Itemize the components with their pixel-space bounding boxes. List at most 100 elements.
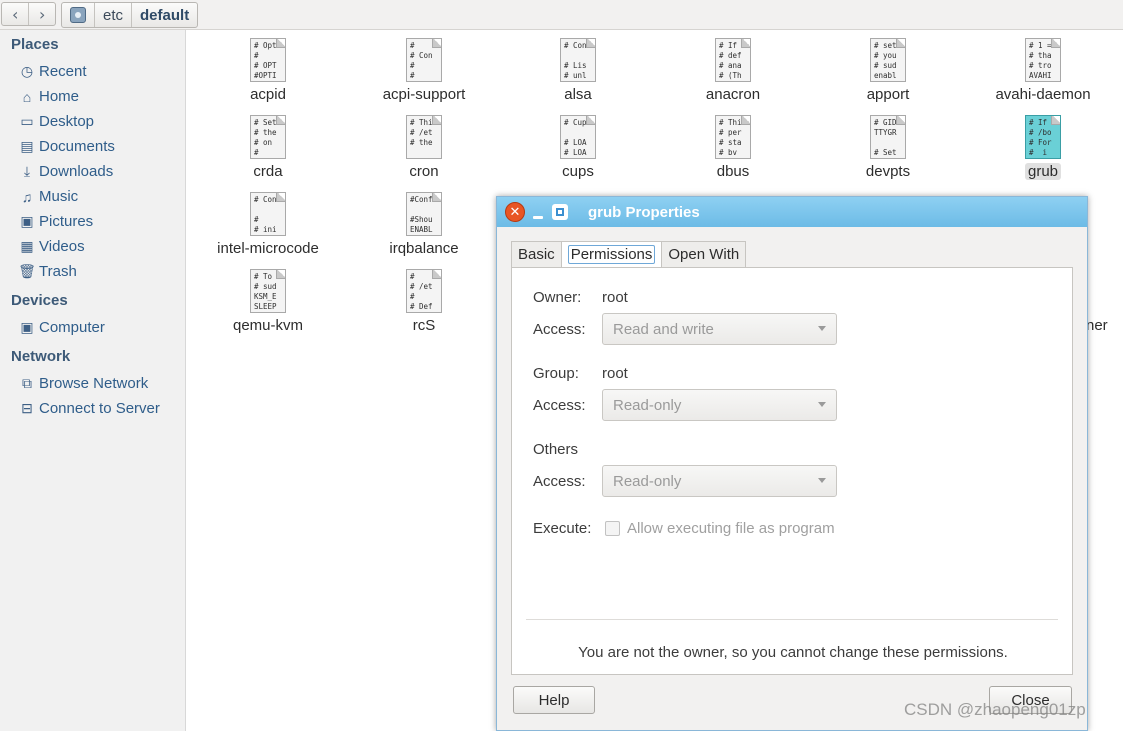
file-label: intel-microcode	[217, 240, 319, 257]
sidebar-item-pictures[interactable]: ▣ Pictures	[19, 213, 93, 230]
breadcrumb-etc[interactable]: etc	[94, 3, 131, 27]
file-dbus[interactable]: # Thi # per # sta # bv dbus	[673, 115, 793, 180]
sidebar-item-recent[interactable]: ◷ Recent	[19, 63, 87, 80]
videos-icon: ▦	[20, 238, 34, 254]
sidebar-item-label: Recent	[39, 63, 87, 80]
file-acpid[interactable]: # Opt # # OPT #OPTI acpid	[208, 38, 328, 103]
permissions-panel: Owner: root Access: Read and write Group…	[511, 267, 1073, 675]
sidebar-heading-network: Network	[11, 348, 71, 365]
file-alsa[interactable]: # Con # Lis # unl alsa	[518, 38, 638, 103]
help-button[interactable]: Help	[513, 686, 595, 714]
file-cups[interactable]: # Cup # LOA # LOA cups	[518, 115, 638, 180]
group-access-value: Read-only	[613, 396, 682, 414]
others-label: Others	[533, 441, 579, 458]
file-qemu-kvm[interactable]: # To # sud KSM_E SLEEP qemu-kvm	[208, 269, 328, 334]
sidebar-item-computer[interactable]: ▣ Computer	[19, 319, 105, 336]
history-buttons: ‹ ›	[1, 2, 56, 26]
tab-bar: Basic Permissions Open With	[511, 241, 747, 267]
file-apport[interactable]: # set # you # sud enabl apport	[828, 38, 948, 103]
text-file-icon: # Con # # ini	[250, 192, 286, 236]
file-cron[interactable]: # Thi # /et # the cron	[364, 115, 484, 180]
file-label: cron	[409, 163, 439, 180]
properties-dialog: ✕ grub Properties Basic Permissions Open…	[496, 196, 1088, 731]
close-window-button[interactable]: ✕	[505, 202, 525, 222]
file-crda[interactable]: # Set # the # on # crda	[208, 115, 328, 180]
tab-permissions[interactable]: Permissions	[560, 241, 663, 267]
file-anacron[interactable]: # If # def # ana # (Th anacron	[673, 38, 793, 103]
dialog-title: grub Properties	[588, 203, 700, 221]
tab-basic[interactable]: Basic	[511, 241, 562, 267]
sidebar-item-label: Desktop	[39, 113, 95, 130]
sidebar-item-connect-to-server[interactable]: ⊟ Connect to Server	[19, 400, 160, 417]
computer-icon: ▣	[20, 319, 34, 335]
tab-label: Basic	[518, 246, 555, 263]
sidebar-item-label: Connect to Server	[39, 400, 160, 417]
text-file-icon: # To # sud KSM_E SLEEP	[250, 269, 286, 313]
sidebar-item-label: Computer	[39, 319, 105, 336]
sidebar-heading-devices: Devices	[11, 292, 68, 309]
dialog-titlebar[interactable]: ✕ grub Properties	[497, 197, 1087, 227]
minimize-window-button[interactable]	[531, 205, 545, 219]
sidebar: Places ◷ Recent ⌂ Home ▭ Desktop ▤ Documents…	[0, 30, 186, 731]
file-rcs[interactable]: # # /et # # Def rcS	[364, 269, 484, 334]
disk-icon	[70, 7, 86, 23]
execute-checkbox[interactable]	[605, 521, 620, 536]
tab-label: Permissions	[567, 245, 656, 264]
tab-open-with[interactable]: Open With	[661, 241, 747, 267]
file-grub[interactable]: # If # /bo # For # i grub	[983, 115, 1103, 180]
sidebar-item-desktop[interactable]: ▭ Desktop	[19, 113, 94, 130]
text-file-icon: # GID TTYGR # Set	[870, 115, 906, 159]
execute-checkbox-label: Allow executing file as program	[627, 520, 835, 537]
sidebar-item-music[interactable]: ♫ Music	[19, 188, 78, 205]
maximize-icon	[556, 208, 564, 216]
back-button[interactable]: ‹	[2, 3, 28, 25]
group-access-select[interactable]: Read-only	[602, 389, 837, 421]
others-access-value: Read-only	[613, 472, 682, 490]
text-file-icon: # 1 = # tha # tro AVAHI	[1025, 38, 1061, 82]
breadcrumb-default[interactable]: default	[131, 3, 197, 27]
file-avahi-daemon[interactable]: # 1 = # tha # tro AVAHI avahi-daemon	[983, 38, 1103, 103]
file-label: crda	[253, 163, 283, 180]
owner-access-value: Read and write	[613, 320, 714, 338]
owner-access-label: Access:	[533, 321, 586, 338]
sidebar-heading-places: Places	[11, 36, 59, 53]
forward-button[interactable]: ›	[28, 3, 55, 25]
sidebar-item-browse-network[interactable]: ⧉ Browse Network	[19, 375, 148, 392]
owner-label: Owner:	[533, 289, 582, 306]
file-label: grub	[1024, 163, 1062, 180]
sidebar-item-videos[interactable]: ▦ Videos	[19, 238, 85, 255]
execute-label: Execute:	[533, 520, 592, 537]
text-file-icon: # Set # the # on #	[250, 115, 286, 159]
file-irqbalance[interactable]: #Conf #Shou ENABL irqbalance	[364, 192, 484, 257]
file-label: dbus	[716, 163, 750, 180]
others-access-label: Access:	[533, 473, 586, 490]
file-devpts[interactable]: # GID TTYGR # Set devpts	[828, 115, 948, 180]
breadcrumb-root[interactable]	[62, 3, 94, 27]
text-file-icon: # Con # Lis # unl	[560, 38, 596, 82]
file-acpi-support[interactable]: # # Con # # acpi-support	[364, 38, 484, 103]
maximize-window-button[interactable]	[552, 204, 568, 220]
dropdown-arrow-icon	[818, 478, 826, 483]
chevron-right-icon: ›	[39, 4, 46, 24]
others-access-select[interactable]: Read-only	[602, 465, 837, 497]
sidebar-item-label: Browse Network	[39, 375, 149, 392]
file-label: rcS	[412, 317, 436, 334]
sidebar-item-label: Documents	[39, 138, 115, 155]
file-label: devpts	[865, 163, 911, 180]
path-bar: ‹ › etc default	[0, 0, 1123, 30]
home-icon: ⌂	[22, 88, 32, 105]
sidebar-item-downloads[interactable]: ⤓ Downloads	[19, 163, 113, 180]
dropdown-arrow-icon	[818, 402, 826, 407]
sidebar-item-label: Videos	[39, 238, 85, 255]
clock-icon: ◷	[20, 63, 34, 79]
desktop-icon: ▭	[20, 113, 34, 129]
text-file-icon: # Thi # /et # the	[406, 115, 442, 159]
sidebar-item-documents[interactable]: ▤ Documents	[19, 138, 115, 155]
sidebar-item-home[interactable]: ⌂ Home	[19, 88, 79, 105]
owner-access-select[interactable]: Read and write	[602, 313, 837, 345]
sidebar-item-trash[interactable]: 🗑 Trash	[18, 263, 77, 280]
text-file-icon: # # Con # #	[406, 38, 442, 82]
file-intel-microcode[interactable]: # Con # # ini intel-microcode	[208, 192, 328, 257]
file-label: acpid	[250, 86, 286, 103]
chevron-left-icon: ‹	[12, 4, 19, 24]
